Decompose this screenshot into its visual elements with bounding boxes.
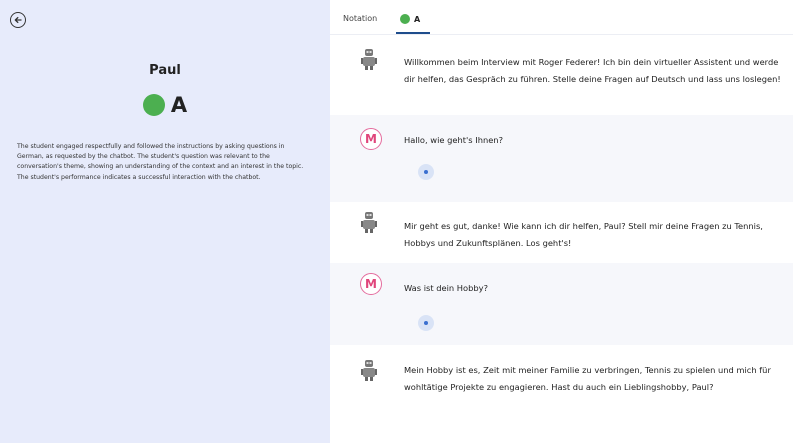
chat-message-assistant: Mir geht es gut, danke! Wie kann ich dir…	[330, 202, 793, 263]
message-text: Mir geht es gut, danke! Wie kann ich dir…	[404, 221, 763, 248]
message-text: Mein Hobby ist es, Zeit mit meiner Famil…	[404, 365, 771, 392]
tab-grade-label: A	[414, 14, 421, 24]
back-arrow-icon	[14, 16, 22, 24]
play-audio-button[interactable]	[418, 315, 434, 331]
play-audio-icon	[424, 321, 428, 325]
grade-indicator: A	[0, 94, 330, 116]
play-audio-icon	[424, 170, 428, 174]
grade-dot-icon	[142, 94, 165, 116]
robot-icon	[360, 358, 378, 386]
robot-icon	[360, 210, 378, 238]
evaluation-summary: The student engaged respectfully and fol…	[17, 143, 304, 181]
message-text: Was ist dein Hobby?	[404, 283, 488, 293]
tab-grade[interactable]: A	[400, 14, 420, 24]
play-audio-button[interactable]	[418, 164, 434, 180]
tab-notation-label: Notation	[343, 14, 378, 23]
message-text: Willkommen beim Interview mit Roger Fede…	[404, 57, 781, 84]
grade-dot-icon	[400, 14, 410, 24]
chat-message-user: M Was ist dein Hobby?	[330, 263, 793, 345]
chat-message-assistant: Mein Hobby ist es, Zeit mit meiner Famil…	[330, 345, 793, 443]
tab-notation[interactable]: Notation	[343, 14, 377, 23]
conversation-panel: Notation A Willkommen beim Interview mit…	[330, 0, 793, 443]
student-panel: Paul A The student engaged respectfully …	[0, 0, 330, 443]
user-avatar-letter: M	[365, 132, 377, 146]
chat-message-user: M Hallo, wie geht's Ihnen?	[330, 115, 793, 202]
m-avatar-icon: M	[360, 128, 382, 150]
user-avatar-letter: M	[365, 277, 377, 291]
m-avatar-icon: M	[360, 273, 382, 295]
back-button[interactable]	[10, 12, 26, 28]
chat-message-assistant: Willkommen beim Interview mit Roger Fede…	[330, 35, 793, 115]
robot-icon	[360, 47, 378, 75]
message-text: Hallo, wie geht's Ihnen?	[404, 135, 503, 145]
student-name: Paul	[149, 63, 181, 78]
active-tab-indicator	[396, 32, 430, 34]
tab-bar: Notation A	[330, 0, 793, 35]
grade-letter: A	[170, 93, 188, 117]
